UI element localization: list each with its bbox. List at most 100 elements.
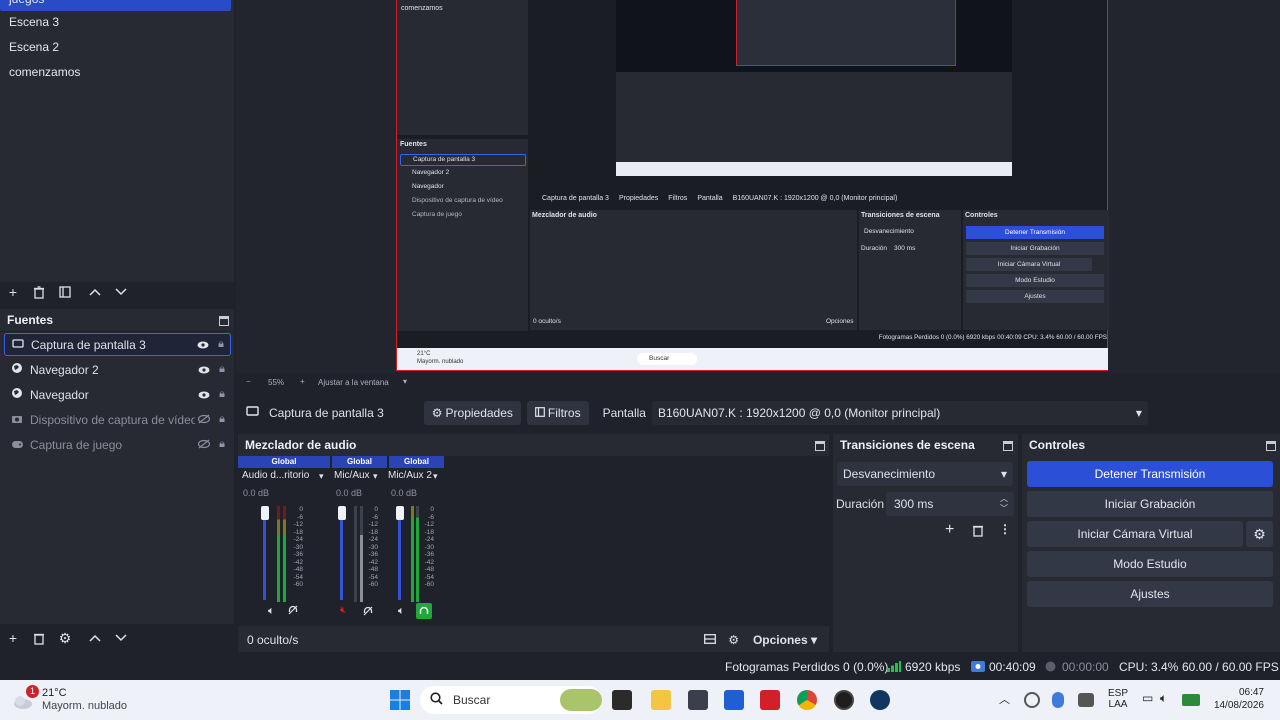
- nested-mixer: Mezclador de audio 0 oculto/s Opciones: [530, 210, 857, 330]
- microphone-icon[interactable]: [1052, 692, 1064, 708]
- lock-icon[interactable]: 🔒︎: [213, 363, 231, 376]
- source-item[interactable]: Captura de pantalla 3 🔒︎: [4, 333, 231, 356]
- start-virtual-camera-button[interactable]: Iniciar Cámara Virtual: [1027, 521, 1243, 547]
- level-meter: [354, 506, 357, 602]
- trash-icon[interactable]: [972, 524, 984, 540]
- options-button[interactable]: Opciones ▾: [753, 633, 817, 647]
- caret-down-icon[interactable]: ▾: [373, 471, 378, 482]
- channel-name[interactable]: Mic/Aux: [334, 470, 370, 481]
- filters-icon[interactable]: [52, 281, 78, 303]
- fader-knob[interactable]: [261, 506, 269, 520]
- zoom-fit[interactable]: Ajustar a la ventana: [318, 378, 389, 387]
- chevron-down-icon[interactable]: ﹀: [1000, 503, 1008, 514]
- lock-icon[interactable]: 🔒︎: [212, 338, 230, 351]
- scene-item-comenzamos[interactable]: comenzamos: [0, 60, 231, 84]
- scene-item-escena-2[interactable]: Escena 2: [0, 35, 231, 59]
- speaker-icon[interactable]: 🔈︎: [268, 605, 275, 618]
- source-item[interactable]: Captura de juego 🔒︎: [4, 433, 231, 456]
- level-meter: [416, 506, 419, 602]
- filters-icon: [535, 406, 545, 420]
- eye-icon[interactable]: [195, 363, 213, 377]
- windows-taskbar: 1 21°C Mayorm. nublado Buscar ︿ ESP LAA …: [0, 680, 1280, 720]
- lock-icon[interactable]: 🔒︎: [213, 438, 231, 451]
- properties-button[interactable]: ⚙ Propiedades: [423, 401, 521, 425]
- headphone-on-icon[interactable]: [416, 603, 432, 619]
- start-recording-button[interactable]: Iniciar Grabación: [1027, 491, 1273, 517]
- battery-icon[interactable]: [1182, 694, 1200, 706]
- eye-hidden-icon[interactable]: [195, 438, 213, 452]
- eye-hidden-icon[interactable]: [195, 413, 213, 427]
- transition-select[interactable]: Desvanecimiento ▾: [837, 462, 1013, 486]
- task-view-icon[interactable]: [612, 690, 632, 710]
- zoom-plus[interactable]: +: [300, 377, 305, 386]
- headphone-off-icon[interactable]: [363, 605, 373, 619]
- chevron-up-icon[interactable]: [82, 281, 108, 303]
- fader-knob[interactable]: [396, 506, 404, 520]
- app-cube-icon[interactable]: [688, 690, 708, 710]
- channel-name[interactable]: Mic/Aux 2: [388, 470, 432, 481]
- nested-context-source: Captura de pantalla 3: [542, 194, 609, 202]
- chevron-down-icon[interactable]: [108, 281, 134, 303]
- chevron-down-icon[interactable]: [108, 627, 134, 649]
- file-explorer-icon[interactable]: [651, 690, 671, 710]
- source-item[interactable]: Navegador 2 🔒︎: [4, 358, 231, 381]
- stop-streaming-button[interactable]: Detener Transmisión: [1027, 461, 1273, 487]
- obs-icon[interactable]: [834, 690, 854, 710]
- settings-button[interactable]: Ajustes: [1027, 581, 1273, 607]
- volume-fader[interactable]: [340, 508, 343, 600]
- keyboard-icon[interactable]: [1078, 693, 1094, 707]
- filters-button[interactable]: Filtros: [526, 401, 589, 425]
- zoom-minus[interactable]: −: [246, 377, 251, 386]
- screen-select[interactable]: B160UAN07.K : 1920x1200 @ 0,0 (Monitor p…: [651, 401, 1148, 425]
- trash-icon[interactable]: [26, 281, 52, 303]
- taskbar-search[interactable]: Buscar: [420, 686, 602, 714]
- caret-down-icon[interactable]: ▾: [319, 471, 324, 482]
- chevron-up-icon[interactable]: [82, 627, 108, 649]
- eye-icon[interactable]: [195, 388, 213, 402]
- channel-name[interactable]: Audio d...ritorio: [242, 470, 309, 481]
- eye-icon[interactable]: [194, 338, 212, 352]
- preview-canvas[interactable]: comenzamos Fuentes Captura de pantalla 3…: [396, 0, 1109, 371]
- tray-app-icon[interactable]: [1024, 692, 1040, 708]
- layout-icon[interactable]: [704, 633, 717, 647]
- add-icon[interactable]: +: [0, 627, 26, 649]
- trash-icon[interactable]: [26, 627, 52, 649]
- chrome-icon[interactable]: [797, 690, 817, 710]
- steam-icon[interactable]: [870, 690, 890, 710]
- studio-mode-button[interactable]: Modo Estudio: [1027, 551, 1273, 577]
- chevron-up-icon[interactable]: ︿: [999, 691, 1010, 707]
- float-icon[interactable]: [1003, 441, 1013, 451]
- windows-start-icon[interactable]: [390, 690, 410, 710]
- clock[interactable]: 06:47 14/08/2026: [1212, 687, 1264, 711]
- nested-ctrl: Detener Transmisión: [966, 226, 1104, 239]
- caret-down-icon[interactable]: ▾: [433, 471, 438, 482]
- gear-icon[interactable]: ⚙: [52, 627, 78, 649]
- float-icon[interactable]: [815, 441, 825, 451]
- float-icon[interactable]: [1266, 441, 1276, 451]
- float-icon[interactable]: [219, 316, 229, 326]
- language-indicator[interactable]: ESP LAA: [1108, 688, 1128, 710]
- volume-icon[interactable]: 🔈︎: [1160, 691, 1167, 706]
- wrench-gear-icon[interactable]: ⚙: [728, 633, 739, 647]
- speaker-icon[interactable]: 🔈︎: [398, 605, 405, 618]
- visual-studio-code-icon[interactable]: [724, 690, 744, 710]
- volume-fader[interactable]: [398, 508, 401, 600]
- speaker-muted-icon[interactable]: 🔇︎: [340, 605, 346, 616]
- sources-toolbar: + ⚙: [0, 625, 134, 651]
- lock-icon[interactable]: 🔒︎: [213, 413, 231, 426]
- add-icon[interactable]: +: [0, 281, 26, 303]
- source-item[interactable]: Navegador 🔒︎: [4, 383, 231, 406]
- fader-knob[interactable]: [338, 506, 346, 520]
- volume-fader[interactable]: [263, 508, 266, 600]
- headphone-off-icon[interactable]: [288, 605, 298, 618]
- scene-item-escena-3[interactable]: Escena 3: [0, 10, 231, 34]
- virtual-camera-settings-gear-icon[interactable]: ⚙: [1246, 521, 1273, 547]
- source-item[interactable]: Dispositivo de captura de vídeo 🔒︎: [4, 408, 231, 431]
- add-icon[interactable]: +: [945, 521, 954, 539]
- network-icon[interactable]: ▭: [1142, 691, 1153, 705]
- lock-icon[interactable]: 🔒︎: [213, 388, 231, 401]
- duration-spinbox[interactable]: 300 ms ︿ ﹀: [886, 492, 1014, 516]
- red-app-icon[interactable]: [760, 690, 780, 710]
- more-vertical-icon[interactable]: ⋮: [999, 522, 1011, 536]
- caret-down-icon[interactable]: ▾: [403, 377, 407, 386]
